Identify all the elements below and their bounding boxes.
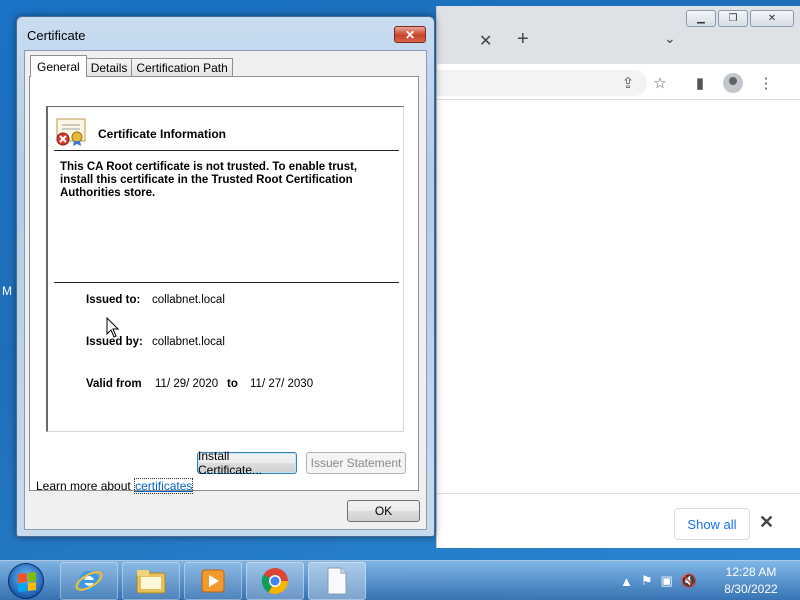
address-bar[interactable] xyxy=(437,70,647,96)
clock-date: 8/30/2022 xyxy=(724,582,778,596)
mouse-cursor-icon xyxy=(106,317,120,338)
issued-to-value: collabnet.local xyxy=(152,294,225,306)
learn-more-prefix: Learn more about xyxy=(36,479,135,493)
volume-muted-icon[interactable]: 🔇 xyxy=(681,573,697,589)
profile-icon[interactable] xyxy=(722,72,744,94)
new-tab-icon[interactable]: + xyxy=(517,28,529,51)
chrome-icon xyxy=(261,568,289,595)
internet-explorer-icon xyxy=(75,571,103,591)
taskbar-file-explorer[interactable] xyxy=(122,562,180,600)
valid-to-value: 11/ 27/ 2030 xyxy=(250,378,314,390)
windows-logo-icon xyxy=(18,572,36,592)
start-button[interactable] xyxy=(8,563,44,599)
minimize-icon[interactable]: ▁ xyxy=(686,10,716,27)
close-window-icon[interactable]: ✕ xyxy=(750,10,794,27)
tab-close-icon[interactable]: ✕ xyxy=(479,31,492,51)
general-panel: Certificate Information This CA Root cer… xyxy=(29,76,419,491)
document-icon xyxy=(327,567,347,595)
valid-from-value: 11/ 29/ 2020 xyxy=(155,378,219,390)
browser-window: ✕ + ⌄ ▁ ❐ ✕ ⇪ ☆ ▮ ⋮ Show all ✕ xyxy=(436,6,800,548)
tab-certification-path[interactable]: Certification Path xyxy=(131,58,233,77)
network-icon[interactable]: ▣ xyxy=(661,573,673,589)
dialog-title: Certificate xyxy=(27,28,86,43)
issuer-statement-button[interactable]: Issuer Statement xyxy=(306,452,406,474)
system-clock[interactable]: 12:28 AM 8/30/2022 xyxy=(716,564,786,598)
taskbar: ▲ ⚑ ▣ 🔇 12:28 AM 8/30/2022 xyxy=(0,560,800,600)
folder-icon xyxy=(136,570,166,594)
untrusted-certificate-icon xyxy=(56,118,86,146)
install-certificate-button[interactable]: Install Certificate... xyxy=(197,449,297,477)
show-hidden-icons-icon[interactable]: ▲ xyxy=(620,574,633,589)
tab-search-chevron-icon[interactable]: ⌄ xyxy=(664,30,676,47)
dialog-client-area: General Details Certification Path Certi… xyxy=(24,50,427,530)
clock-time: 12:28 AM xyxy=(725,565,777,579)
close-icon: ✕ xyxy=(404,27,416,42)
issued-by-value: collabnet.local xyxy=(152,336,225,348)
side-panel-icon[interactable]: ▮ xyxy=(689,72,711,94)
certificate-dialog: Certificate ✕ General Details Certificat… xyxy=(16,16,435,537)
taskbar-document[interactable] xyxy=(308,562,366,600)
tab-details[interactable]: Details xyxy=(85,58,133,77)
restore-icon[interactable]: ❐ xyxy=(718,10,748,27)
browser-toolbar: ⇪ ☆ ▮ ⋮ xyxy=(437,64,800,100)
downloads-bar: Show all ✕ xyxy=(437,493,800,548)
taskbar-internet-explorer[interactable] xyxy=(60,562,118,600)
show-all-button[interactable]: Show all xyxy=(674,508,750,540)
menu-kebab-icon[interactable]: ⋮ xyxy=(755,72,777,94)
downloads-close-icon[interactable]: ✕ xyxy=(759,512,774,533)
tab-bar: General Details Certification Path xyxy=(30,55,233,77)
certificates-link[interactable]: certificates xyxy=(134,478,194,494)
certificate-info-box: Certificate Information This CA Root cer… xyxy=(46,106,404,432)
divider xyxy=(54,150,399,151)
info-heading: Certificate Information xyxy=(98,127,227,141)
desktop-edge-text: M xyxy=(2,284,12,298)
taskbar-chrome[interactable] xyxy=(246,562,304,600)
window-controls: ▁ ❐ ✕ xyxy=(686,10,794,27)
system-tray: ▲ ⚑ ▣ 🔇 xyxy=(620,567,697,595)
valid-from-label: Valid from xyxy=(86,378,142,390)
share-icon[interactable]: ⇪ xyxy=(617,72,639,94)
learn-more-text: Learn more about certificates xyxy=(36,478,194,494)
divider xyxy=(54,282,399,283)
action-center-flag-icon[interactable]: ⚑ xyxy=(641,573,653,589)
tab-general[interactable]: General xyxy=(30,55,87,77)
bookmark-star-icon[interactable]: ☆ xyxy=(649,72,671,94)
valid-to-label: to xyxy=(227,378,238,390)
dialog-close-button[interactable]: ✕ xyxy=(394,26,426,43)
trust-warning-message: This CA Root certificate is not trusted.… xyxy=(60,161,358,199)
taskbar-media-player[interactable] xyxy=(184,562,242,600)
issued-to-label: Issued to: xyxy=(86,294,141,306)
media-player-icon xyxy=(201,569,225,593)
browser-tabstrip: ✕ + ⌄ ▁ ❐ ✕ xyxy=(437,6,800,64)
ok-button[interactable]: OK xyxy=(347,500,420,522)
